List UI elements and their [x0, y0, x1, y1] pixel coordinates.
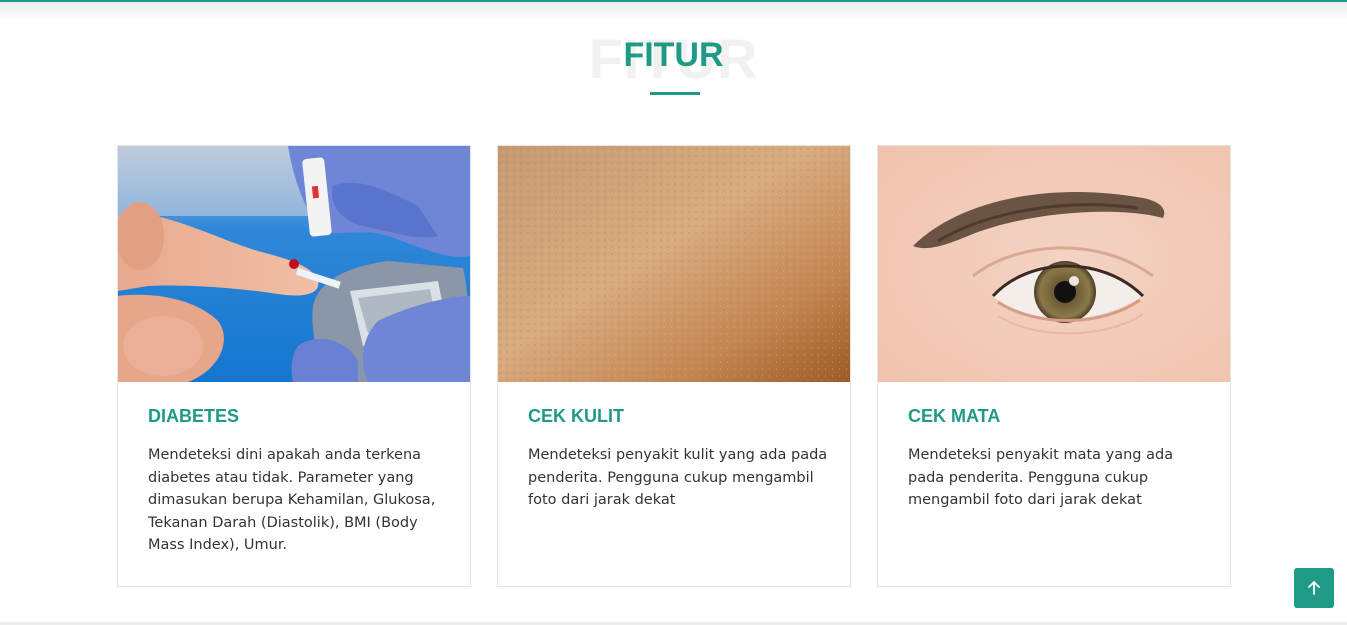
feature-card-cek-mata[interactable]: CEK MATA Mendeteksi penyakit mata yang a… — [877, 145, 1231, 587]
card-title: DIABETES — [148, 406, 240, 426]
back-to-top-button[interactable] — [1294, 568, 1334, 608]
feature-card-diabetes[interactable]: DIABETES Mendeteksi dini apakah anda ter… — [117, 145, 471, 587]
card-title: CEK KULIT — [528, 406, 624, 426]
eye-image — [878, 146, 1230, 382]
section-title: FITUR FITUR — [0, 22, 1347, 102]
card-title: CEK MATA — [908, 406, 1001, 426]
card-description: Mendeteksi penyakit kulit yang ada pada … — [528, 447, 828, 508]
skin-image — [498, 146, 850, 382]
feature-card-cek-kulit[interactable]: CEK KULIT Mendeteksi penyakit kulit yang… — [497, 145, 851, 587]
diabetes-image — [118, 146, 470, 382]
section-title-underline — [650, 92, 700, 95]
arrow-up-icon — [1308, 581, 1320, 595]
header-shadow — [0, 2, 1347, 20]
card-description: Mendeteksi dini apakah anda terkena diab… — [148, 447, 436, 553]
card-description: Mendeteksi penyakit mata yang ada pada p… — [908, 447, 1174, 508]
section-title-text: FITUR — [623, 36, 724, 74]
